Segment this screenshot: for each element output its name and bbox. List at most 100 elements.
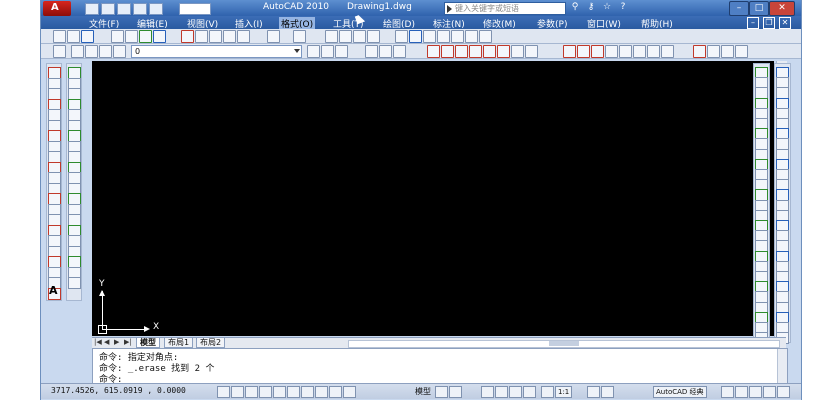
baseline-dimension-icon[interactable] [577,45,590,58]
annotation-scale-icon[interactable] [541,386,554,398]
cut-icon[interactable] [181,30,194,43]
close-button[interactable]: ✕ [769,1,795,16]
doc-restore-button[interactable]: ❐ [763,17,775,29]
new-icon[interactable] [85,3,99,15]
isolate-objects-icon[interactable] [749,386,762,398]
zoom-window-icon[interactable] [353,30,366,43]
hardware-acceleration-icon[interactable] [735,386,748,398]
model-space-label[interactable]: 模型 [415,386,431,397]
quick-dimension-icon[interactable] [563,45,576,58]
annotation-visibility-icon[interactable] [587,386,600,398]
coordinate-readout[interactable]: 3717.4526, 615.0919 , 0.0000 [51,386,186,395]
layer-previous-icon[interactable] [321,45,334,58]
angular-dimension-icon[interactable] [525,45,538,58]
ordinate-dimension-icon[interactable] [469,45,482,58]
block-editor-icon[interactable] [237,30,250,43]
dimension-update-icon[interactable] [721,45,734,58]
sheet-set-icon[interactable] [437,30,450,43]
3d-dwf-icon[interactable] [153,30,166,43]
pan-icon[interactable] [325,30,338,43]
color-swatch-icon[interactable] [113,45,126,58]
center-mark-icon[interactable] [647,45,660,58]
object-snap-tracking-icon[interactable] [287,386,300,398]
tool-palettes-icon[interactable] [423,30,436,43]
tab-model[interactable]: 模型 [136,338,160,348]
command-scrollbar[interactable] [777,349,787,384]
pan-status-icon[interactable] [481,386,494,398]
grid-display-icon[interactable] [231,386,244,398]
multiline-text-icon[interactable]: A [49,284,58,297]
open-icon[interactable] [101,3,115,15]
scale-icon[interactable] [393,45,406,58]
lightbulb-icon[interactable] [71,45,84,58]
zoom-previous-icon[interactable] [367,30,380,43]
lock-icon[interactable] [99,45,112,58]
quick-view-layouts-icon[interactable] [435,386,448,398]
object-snap-icon[interactable] [273,386,286,398]
print-icon[interactable] [133,3,147,15]
status-menu-icon[interactable] [763,386,776,398]
dimension-edit-icon[interactable] [693,45,706,58]
tolerance-icon[interactable] [633,45,646,58]
lock-status-icon[interactable] [721,386,734,398]
doc-close-button[interactable]: ✕ [779,17,791,29]
search-input[interactable]: 键入关键字或短语 [444,2,566,15]
prev-tab-icon[interactable]: ◀ [104,339,112,346]
quick-properties-icon[interactable] [343,386,356,398]
command-window[interactable]: 命令: 指定对角点: 命令: _.erase 找到 2 个 命令: [92,348,788,385]
copy-icon[interactable] [195,30,208,43]
dimension-space-icon[interactable] [605,45,618,58]
last-tab-icon[interactable]: ▶| [124,339,132,346]
snap-mode-icon[interactable] [217,386,230,398]
key-icon[interactable]: ⚷ [585,2,597,13]
dimension-break-icon[interactable] [619,45,632,58]
sun-icon[interactable] [85,45,98,58]
layer-select[interactable]: 0 [131,45,302,58]
help-icon[interactable]: ? [617,2,629,13]
next-tab-icon[interactable]: ▶ [114,339,122,346]
showmotion-icon[interactable] [523,386,536,398]
quickcalc-icon[interactable] [465,30,478,43]
autocad-logo-button[interactable]: A [43,1,71,16]
plot-icon[interactable] [111,30,124,43]
undo-toolbar-icon[interactable] [267,30,280,43]
workspace-quick-combo[interactable] [179,3,211,15]
undo-icon[interactable] [149,3,163,15]
lineweight-icon[interactable] [329,386,342,398]
quick-view-drawings-icon[interactable] [449,386,462,398]
canvas-horizontal-scrollbar[interactable] [348,340,780,348]
auto-scale-icon[interactable] [601,386,614,398]
save-file-icon[interactable] [81,30,94,43]
dimension-style-icon[interactable] [735,45,748,58]
polar-tracking-icon[interactable] [259,386,272,398]
redo-toolbar-icon[interactable] [293,30,306,43]
zoom-realtime-icon[interactable] [339,30,352,43]
paste-icon[interactable] [209,30,222,43]
design-center-icon[interactable] [409,30,422,43]
plot-preview-icon[interactable] [125,30,138,43]
linear-dimension-icon[interactable] [427,45,440,58]
dynamic-input-icon[interactable] [315,386,328,398]
radius-dimension-icon[interactable] [483,45,496,58]
open-file-icon[interactable] [67,30,80,43]
match-properties-icon[interactable] [223,30,236,43]
stretch-icon[interactable] [379,45,392,58]
workspace-switch[interactable]: AutoCAD 经典 [653,386,707,398]
first-tab-icon[interactable]: |◀ [94,339,102,346]
jogged-dimension-icon[interactable] [497,45,510,58]
dimension-text-edit-icon[interactable] [707,45,720,58]
layer-manager-icon[interactable] [53,45,66,58]
steeringwheel-icon[interactable] [509,386,522,398]
edit-spline-icon[interactable] [68,277,81,289]
ortho-mode-icon[interactable] [245,386,258,398]
minimize-button[interactable]: – [729,1,749,16]
drawing-canvas[interactable] [92,61,774,336]
continue-dimension-icon[interactable] [591,45,604,58]
make-current-layer-icon[interactable] [307,45,320,58]
save-icon[interactable] [117,3,131,15]
binoculars-icon[interactable]: ⚲ [569,2,581,13]
layer-states-icon[interactable] [335,45,348,58]
annotation-scale-value[interactable]: 1:1 [555,386,573,398]
tab-layout1[interactable]: 布局1 [164,338,194,348]
zoom-status-icon[interactable] [495,386,508,398]
